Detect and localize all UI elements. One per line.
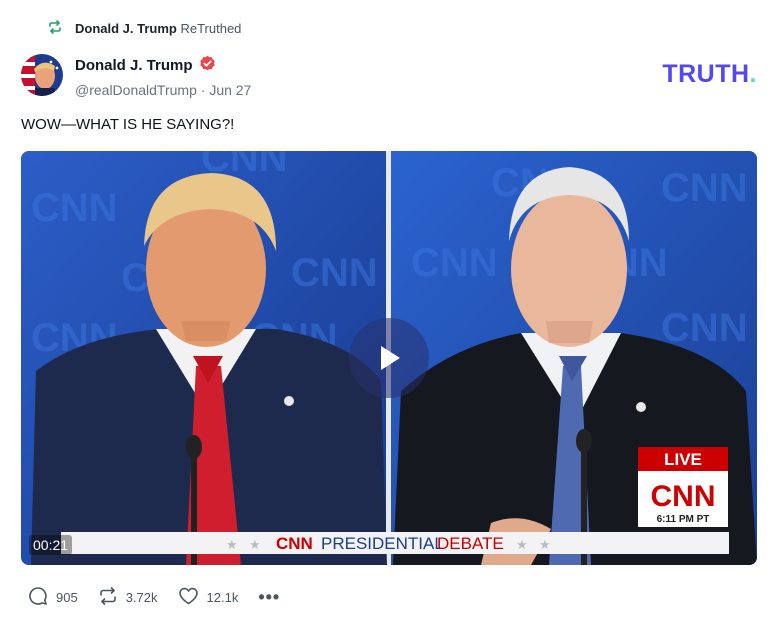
like-icon	[178, 586, 199, 609]
video-duration: 00:21	[29, 535, 73, 555]
action-bar: 905 3.72k 12.1k •••	[28, 585, 280, 609]
svg-text:★: ★	[516, 537, 528, 552]
play-button[interactable]	[349, 318, 429, 398]
video-player[interactable]: CNN CNN CNN CNN CNN CNN CNN CNN CNN CNN …	[21, 151, 757, 565]
author-handle[interactable]: @realDonaldTrump	[75, 82, 197, 98]
svg-text:★: ★	[226, 537, 238, 552]
reply-button[interactable]: 905	[28, 586, 78, 609]
chyron: CNN PRESIDENTIAL DEBATE ★ ★ ★ ★	[61, 532, 729, 554]
post-header: Donald J. Trump @realDonaldTrump · Jun 2…	[21, 54, 757, 98]
svg-text:CNN: CNN	[411, 241, 498, 285]
like-button[interactable]: 12.1k	[178, 586, 239, 609]
more-options-button[interactable]: •••	[258, 587, 280, 608]
retruth-icon	[48, 19, 62, 37]
retruth-button[interactable]: 3.72k	[98, 586, 158, 609]
more-icon: •••	[258, 586, 281, 607]
verified-badge-icon	[199, 55, 216, 76]
svg-text:CNN: CNN	[276, 534, 313, 553]
svg-text:CNN: CNN	[291, 251, 378, 295]
retruth-label: ReTruthed	[180, 20, 242, 36]
meta-separator: ·	[200, 82, 206, 98]
like-count: 12.1k	[206, 589, 239, 605]
retruth-count: 3.72k	[125, 589, 158, 605]
author-name[interactable]: Donald J. Trump	[75, 57, 193, 74]
svg-text:CNN: CNN	[31, 186, 118, 230]
post-text: WOW—WHAT IS HE SAYING?!	[21, 116, 235, 133]
live-bug: LIVE CNN 6:11 PM PT	[638, 447, 728, 527]
svg-text:PRESIDENTIAL: PRESIDENTIAL	[321, 534, 444, 553]
reply-count: 905	[56, 589, 78, 605]
svg-text:CNN: CNN	[661, 306, 748, 350]
svg-text:★: ★	[539, 537, 551, 552]
svg-text:DEBATE: DEBATE	[437, 534, 504, 553]
svg-text:★: ★	[249, 537, 261, 552]
truth-logo[interactable]: TRUTH.	[662, 60, 757, 89]
retruth-author-name[interactable]: Donald J. Trump	[75, 21, 177, 36]
svg-text:6:11 PM PT: 6:11 PM PT	[657, 514, 710, 525]
play-icon	[372, 341, 406, 375]
avatar[interactable]	[21, 54, 63, 96]
reply-icon	[28, 586, 48, 609]
retruth-icon	[98, 586, 118, 609]
post-date[interactable]: Jun 27	[209, 82, 251, 98]
svg-text:CNN: CNN	[651, 480, 716, 513]
svg-text:CNN: CNN	[661, 166, 748, 210]
retruth-indicator: Donald J. Trump ReTruthed	[48, 18, 241, 38]
svg-text:LIVE: LIVE	[664, 450, 702, 469]
